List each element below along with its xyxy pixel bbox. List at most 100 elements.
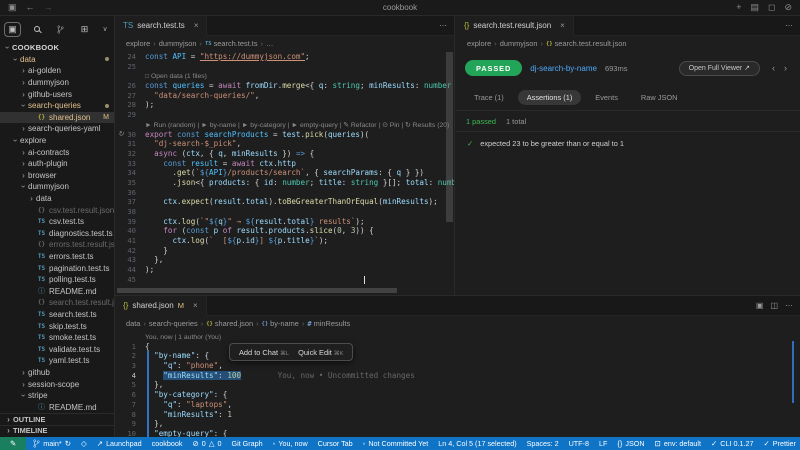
code-line-1[interactable]: 1{ <box>115 342 800 352</box>
search-icon[interactable] <box>28 22 45 37</box>
editor-layout-icon[interactable]: ▣ <box>756 301 764 310</box>
open-full-viewer-button[interactable]: Open Full Viewer ↗ <box>678 60 760 76</box>
tab-search-test-result-json[interactable]: {} search.test.result.json × <box>456 16 574 36</box>
code-line-32[interactable]: 32 async (ctx, { q, minResults }) => { <box>115 149 454 159</box>
code-line-30[interactable]: ↻ 30 export const searchProducts = test.pi… <box>115 130 454 140</box>
tree-item-shared-json[interactable]: {} shared.json M <box>0 111 114 124</box>
git-graph-item[interactable]: Git Graph <box>227 437 268 450</box>
result-tab-trace-1-[interactable]: Trace (1) <box>465 90 513 105</box>
tree-item-skip-test-ts[interactable]: TS skip.test.ts <box>0 320 114 332</box>
more-actions-icon[interactable]: ⋯ <box>785 21 793 30</box>
tree-item-search-test-result-json[interactable]: {}search.test.result.json <box>0 297 114 309</box>
tree-item-errors-test-result-json[interactable]: {}errors.test.result.json <box>0 239 114 251</box>
code-line-9[interactable]: 9 }, <box>115 419 800 429</box>
source-control-icon[interactable] <box>52 22 69 37</box>
code-line-27[interactable]: 27 "data/search-queries/", <box>115 91 454 101</box>
code-line-34[interactable]: 34 .get(`${API}/products/search`, { sear… <box>115 168 454 178</box>
code-line-8[interactable]: 8 "minResults": 1 <box>115 409 800 420</box>
breadcrumb-item[interactable]: {} shared.json <box>206 319 253 328</box>
split-editor-icon[interactable]: ◫ <box>770 301 778 310</box>
code-line-41[interactable]: 41 ctx.log(` [${p.id}] ${p.title}`); <box>115 236 454 246</box>
tree-item-search-queries-yaml[interactable]: › search-queries-yaml <box>0 123 114 135</box>
tree-item-validate-test-ts[interactable]: TS validate.test.ts <box>0 343 114 355</box>
problems-item[interactable]: ⊘ 0 △ 0 <box>187 437 226 450</box>
codelens-row[interactable]: You, now | 1 author (You) <box>115 332 800 342</box>
eol[interactable]: LF <box>594 437 612 450</box>
next-result-icon[interactable]: › <box>784 63 787 73</box>
tree-item-dummyjson[interactable]: › dummyjson <box>0 181 114 193</box>
encoding[interactable]: UTF-8 <box>564 437 594 450</box>
prettier-item[interactable]: ✓ Prettier <box>758 437 800 450</box>
tree-item-auth-plugin[interactable]: › auth-plugin <box>0 158 114 170</box>
code-line-37[interactable]: 37 ctx.expect(result.total).toBeGreaterT… <box>115 197 454 207</box>
breadcrumb-item[interactable]: dummyjson <box>500 39 538 48</box>
layout-icon[interactable]: ▤ <box>750 3 759 12</box>
breadcrumb-item[interactable]: explore <box>126 39 150 48</box>
breadcrumb-item[interactable]: … <box>266 39 273 48</box>
you-now-item[interactable]: ◦ You, now <box>268 437 313 450</box>
cursor-position[interactable]: Ln 4, Col 5 (17 selected) <box>433 437 521 450</box>
tab-search-test-ts[interactable]: TS search.test.ts × <box>115 16 208 36</box>
tree-item-stripe[interactable]: › stripe <box>0 390 114 402</box>
code-line-39[interactable]: 39 ctx.log(`"${q}" → ${result.total} res… <box>115 217 454 227</box>
tree-item-polling-test-ts[interactable]: TS polling.test.ts <box>0 274 114 286</box>
code-line-43[interactable]: 43 }, <box>115 255 454 265</box>
tree-item-browser[interactable]: › browser <box>0 170 114 182</box>
not-committed-item[interactable]: ◦ Not Committed Yet <box>358 437 434 450</box>
code-line-2[interactable]: 2 "by-name": { <box>115 351 800 362</box>
code-line-5[interactable]: 5 }, <box>115 380 800 391</box>
code-line-38[interactable]: 38 <box>115 207 454 217</box>
extensions-icon[interactable]: ⊞ <box>76 22 93 37</box>
tab-shared-json[interactable]: {} shared.json M × <box>115 296 207 316</box>
prev-result-icon[interactable]: ‹ <box>772 63 775 73</box>
tree-item-errors-test-ts[interactable]: TS errors.test.ts <box>0 251 114 263</box>
code-line-26[interactable]: 26 const queries = await fromDir.merge<{ … <box>115 81 454 91</box>
horizontal-scrollbar[interactable] <box>117 288 397 293</box>
code-line-35[interactable]: 35 .json<{ products: { id: number; title… <box>115 178 454 188</box>
code-line-29[interactable]: 29 <box>115 110 454 120</box>
timeline-section[interactable]: › TIMELINE <box>0 424 114 437</box>
close-icon[interactable]: × <box>194 21 199 30</box>
cli-item[interactable]: ✓ CLI 0.1.27 <box>706 437 758 450</box>
tree-item-data[interactable]: › data <box>0 54 114 66</box>
outline-section[interactable]: › OUTLINE <box>0 413 114 425</box>
breadcrumb-item[interactable]: data <box>126 319 140 328</box>
quick-edit-button[interactable]: Quick Edit ⌘K <box>298 348 343 357</box>
tree-item-ai-golden[interactable]: › ai-golden <box>0 65 114 77</box>
remote-indicator[interactable]: ✎ <box>0 437 27 450</box>
code-line-6[interactable]: 6 "by-category": { <box>115 390 800 400</box>
more-actions-icon[interactable]: ⋯ <box>785 301 793 310</box>
tree-item-pagination-test-ts[interactable]: TS pagination.test.ts <box>0 262 114 274</box>
tree-item-search-test-ts[interactable]: TS search.test.ts <box>0 309 114 321</box>
tree-item-cookbook[interactable]: › COOKBOOK <box>0 42 114 54</box>
window-menu-icon[interactable]: ▣ <box>8 3 17 12</box>
code-line-10[interactable]: 10 "empty-query": { <box>115 428 800 437</box>
back-icon[interactable]: ← <box>26 3 35 12</box>
code-line-4[interactable]: 4 "minResults": 100 You, now • Uncommitt… <box>115 370 800 381</box>
tree-item-csv-test-result-json[interactable]: {} csv.test.result.json <box>0 204 114 216</box>
more-actions-icon[interactable]: ⋯ <box>439 21 447 30</box>
git-branch-item[interactable]: main* ↻ <box>28 437 76 450</box>
vertical-scrollbar[interactable] <box>446 52 453 222</box>
tree-item-search-queries[interactable]: › search-queries <box>0 100 114 112</box>
code-editor[interactable]: You, now | 1 author (You) 1{2 "by-name": … <box>115 331 800 437</box>
tree-item-data[interactable]: › data <box>0 193 114 205</box>
breadcrumb-item[interactable]: # minResults <box>307 319 350 328</box>
tree-item-csv-test-ts[interactable]: TS csv.test.ts <box>0 216 114 228</box>
breadcrumb-item[interactable]: search-queries <box>149 319 198 328</box>
code-editor[interactable]: 24 const API = "https://dummyjson.com"; 25… <box>115 51 454 285</box>
breadcrumb-item[interactable]: dummyjson <box>159 39 197 48</box>
cursor-tab-item[interactable]: Cursor Tab <box>313 437 358 450</box>
rerun-test-icon[interactable]: ↻ <box>118 130 124 140</box>
close-icon[interactable]: × <box>560 21 565 30</box>
result-tab-assertions-1-[interactable]: Assertions (1) <box>517 90 582 105</box>
add-to-chat-button[interactable]: Add to Chat ⌘L <box>239 348 289 357</box>
tree-item-diagnostics-test-ts[interactable]: TS diagnostics.test.ts <box>0 228 114 240</box>
code-line-3[interactable]: 3 "q": "phone", <box>115 361 800 371</box>
code-line-45[interactable]: 45 <box>115 275 454 285</box>
copilot-item[interactable]: ◇ <box>76 437 92 450</box>
code-line-25[interactable]: 25 <box>115 62 454 72</box>
chat-icon[interactable]: ◻ <box>768 3 775 12</box>
tree-item-readme-md[interactable]: ⓘ README.md <box>0 285 114 297</box>
breadcrumb-item[interactable]: TS search.test.ts <box>205 39 258 48</box>
